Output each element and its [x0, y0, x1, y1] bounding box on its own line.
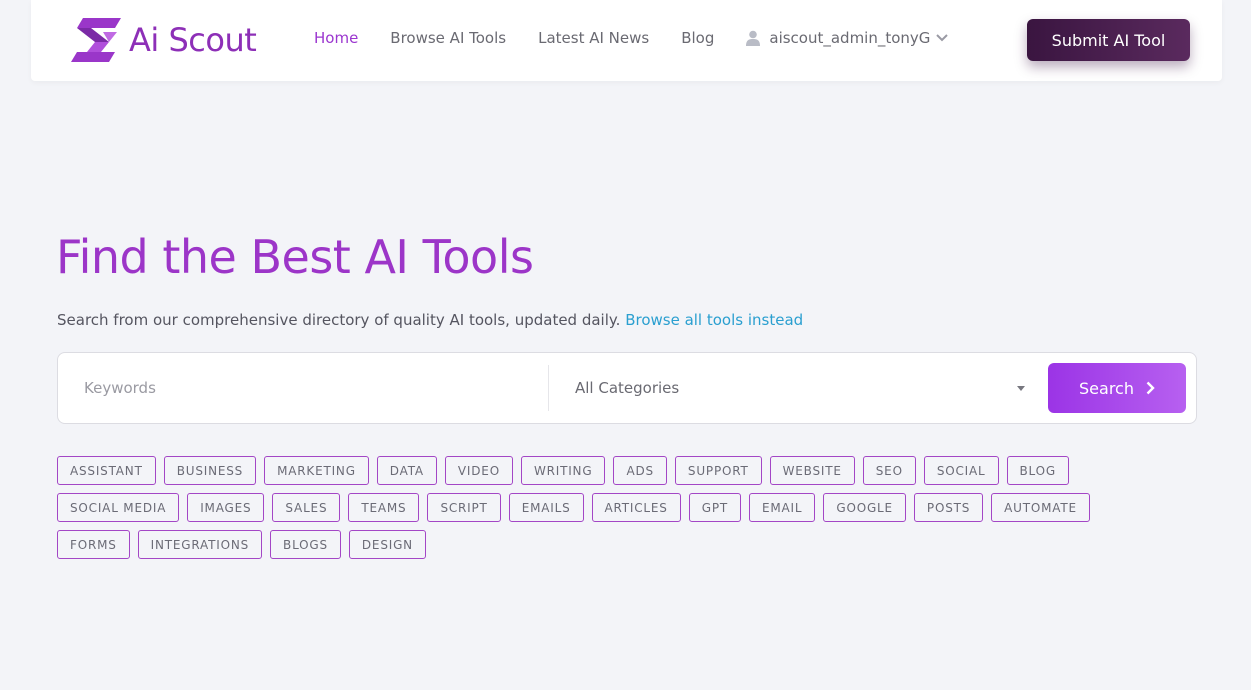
ai-scout-logo-icon [71, 18, 121, 62]
search-form: All Categories Search [57, 352, 1197, 424]
tag-social[interactable]: SOCIAL [923, 456, 999, 485]
tag-blog[interactable]: BLOG [1006, 456, 1069, 485]
tag-ads[interactable]: ADS [613, 456, 667, 485]
tag-gpt[interactable]: GPT [688, 493, 741, 522]
tag-images[interactable]: IMAGES [187, 493, 265, 522]
logo[interactable]: Ai Scout [69, 18, 257, 62]
submit-ai-tool-button[interactable]: Submit AI Tool [1027, 19, 1190, 61]
chevron-right-icon [1146, 381, 1155, 395]
tag-sales[interactable]: SALES [272, 493, 341, 522]
keywords-input[interactable] [58, 353, 548, 423]
tag-list: ASSISTANT BUSINESS MARKETING DATA VIDEO WRITI… [57, 456, 1177, 567]
tag-automate[interactable]: AUTOMATE [991, 493, 1090, 522]
tag-email[interactable]: EMAIL [748, 493, 816, 522]
brand-name: Ai Scout [129, 21, 257, 59]
nav-latest-ai-news[interactable]: Latest AI News [538, 29, 649, 47]
user-name: aiscout_admin_tonyG [769, 29, 931, 47]
nav-blog[interactable]: Blog [681, 29, 714, 47]
tag-website[interactable]: WEBSITE [769, 456, 855, 485]
page-title: Find the Best AI Tools [56, 230, 534, 284]
tag-script[interactable]: SCRIPT [427, 493, 501, 522]
user-menu[interactable]: aiscout_admin_tonyG [746, 29, 949, 47]
hero-subtitle: Search from our comprehensive directory … [57, 311, 803, 329]
tag-marketing[interactable]: MARKETING [264, 456, 369, 485]
tag-integrations[interactable]: INTEGRATIONS [137, 530, 263, 559]
tag-seo[interactable]: SEO [862, 456, 916, 485]
tag-assistant[interactable]: ASSISTANT [57, 456, 156, 485]
tag-data[interactable]: DATA [376, 456, 437, 485]
category-select[interactable]: All Categories [549, 353, 1037, 423]
user-icon [746, 30, 761, 46]
site-header: Ai Scout Home Browse AI Tools Latest AI … [31, 0, 1222, 81]
tag-teams[interactable]: TEAMS [348, 493, 420, 522]
tag-video[interactable]: VIDEO [444, 456, 513, 485]
search-button-label: Search [1079, 378, 1134, 398]
tag-google[interactable]: GOOGLE [823, 493, 906, 522]
chevron-down-icon [936, 34, 949, 42]
tag-social-media[interactable]: SOCIAL MEDIA [57, 493, 180, 522]
caret-down-icon [1017, 386, 1025, 391]
tag-support[interactable]: SUPPORT [674, 456, 762, 485]
tag-emails[interactable]: EMAILS [508, 493, 584, 522]
tag-design[interactable]: DESIGN [348, 530, 426, 559]
tag-articles[interactable]: ARTICLES [591, 493, 681, 522]
category-selected-value: All Categories [575, 379, 680, 397]
search-button[interactable]: Search [1048, 363, 1186, 413]
nav-browse-ai-tools[interactable]: Browse AI Tools [390, 29, 506, 47]
tag-blogs[interactable]: BLOGS [270, 530, 341, 559]
nav-home[interactable]: Home [314, 29, 358, 47]
tag-business[interactable]: BUSINESS [163, 456, 257, 485]
hero-subtitle-text: Search from our comprehensive directory … [57, 311, 621, 329]
browse-all-tools-link[interactable]: Browse all tools instead [625, 311, 803, 329]
tag-posts[interactable]: POSTS [913, 493, 984, 522]
tag-writing[interactable]: WRITING [520, 456, 606, 485]
main-nav: Home Browse AI Tools Latest AI News Blog… [314, 29, 949, 47]
tag-forms[interactable]: FORMS [57, 530, 130, 559]
